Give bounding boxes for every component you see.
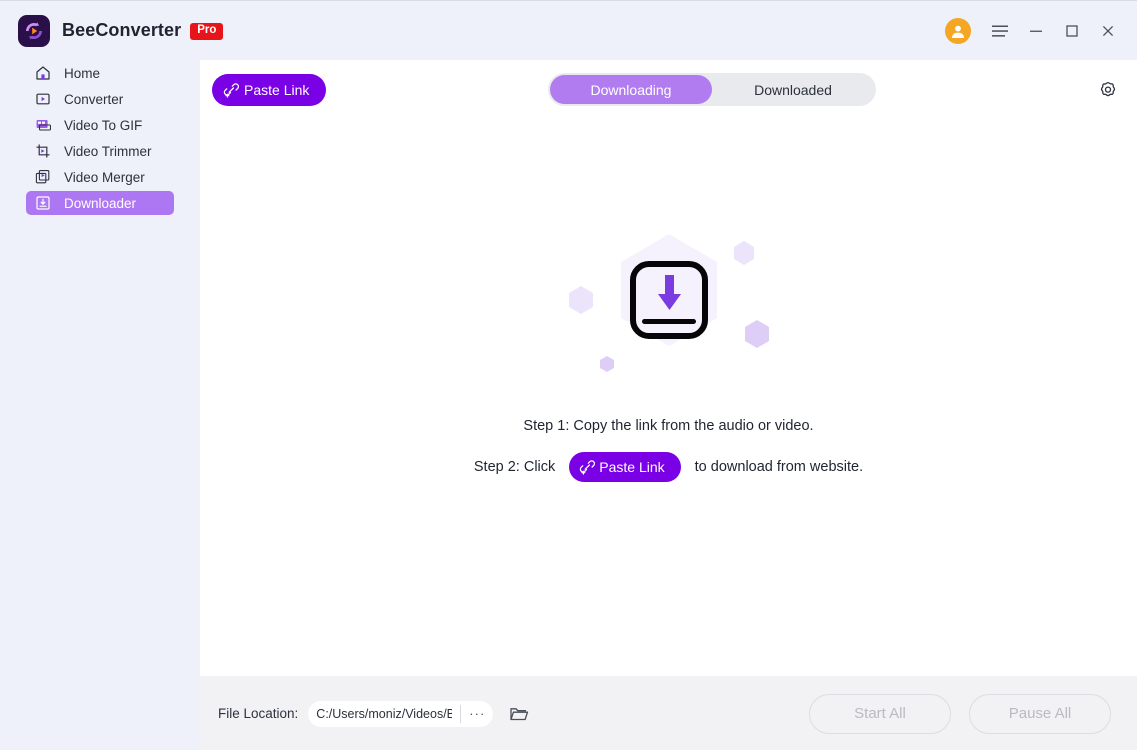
video-trimmer-icon [34,142,52,160]
pause-all-button[interactable]: Pause All [969,693,1111,734]
account-avatar-icon[interactable] [945,17,971,44]
sidebar-item-label: Video To GIF [64,117,143,133]
step-2-row: Step 2: Click Paste Link to download fro… [474,452,863,482]
inline-paste-link-button[interactable]: Paste Link [569,452,681,482]
download-tabs: Downloading Downloaded [548,73,876,106]
empty-state: Step 1: Copy the link from the audio or … [200,118,1137,676]
home-icon [34,64,52,82]
inline-paste-link-label: Paste Link [599,459,665,475]
main-panel: Paste Link Downloading Downloaded Step 1… [200,60,1137,676]
sidebar-item-label: Video Trimmer [64,143,152,159]
link-plus-icon [579,459,596,476]
app-branding: BeeConverter Pro [18,14,224,47]
tab-downloaded[interactable]: Downloaded [712,75,874,104]
video-merger-icon [34,168,52,186]
step-1-text: Step 1: Copy the link from the audio or … [523,418,814,434]
sidebar-item-home[interactable]: Home [26,61,174,85]
open-folder-icon[interactable] [507,702,531,726]
browse-dots-button[interactable]: ··· [461,701,493,727]
bulk-action-buttons: Start All Pause All [809,693,1111,734]
beeconverter-logo-icon [18,14,50,47]
sidebar-item-video-to-gif[interactable]: Video To GIF [26,113,174,137]
sidebar: Home Converter Video To GIF Video Trimme… [0,60,200,750]
sidebar-item-label: Downloader [64,195,137,211]
application-window: BeeConverter Pro Home Converter Video To… [0,0,1137,750]
maximize-icon[interactable] [1057,16,1087,46]
sidebar-item-video-merger[interactable]: Video Merger [26,165,174,189]
sidebar-item-converter[interactable]: Converter [26,87,174,111]
bottom-bar: File Location: ··· Start All Pause All [200,676,1137,750]
hamburger-menu-icon[interactable] [985,16,1015,46]
sidebar-item-downloader[interactable]: Downloader [26,191,174,215]
window-controls [945,1,1137,60]
file-location-input[interactable] [308,700,461,727]
downloader-toolbar: Paste Link Downloading Downloaded [200,60,1137,118]
sidebar-item-video-trimmer[interactable]: Video Trimmer [26,139,174,163]
start-all-button[interactable]: Start All [809,693,951,734]
app-title: BeeConverter [62,20,182,40]
step-2-suffix: to download from website. [694,459,864,475]
file-location-field-group: ··· [308,700,494,727]
sidebar-item-label: Home [64,65,101,81]
paste-link-button-label: Paste Link [244,82,310,98]
minimize-icon[interactable] [1021,16,1051,46]
file-location-label: File Location: [218,706,299,721]
tab-downloading[interactable]: Downloading [550,75,712,104]
step-2-prefix: Step 2: Click [473,459,556,475]
downloader-icon [34,194,52,212]
sidebar-item-label: Video Merger [64,169,145,185]
sidebar-item-label: Converter [64,91,124,107]
title-bar: BeeConverter Pro [0,1,1137,60]
converter-icon [34,90,52,108]
close-icon[interactable] [1093,16,1123,46]
gear-icon[interactable] [1095,78,1121,104]
video-to-gif-icon [34,116,52,134]
paste-link-button[interactable]: Paste Link [212,74,327,106]
link-plus-icon [223,82,240,99]
pro-badge: Pro [190,23,224,40]
download-box-illustration [559,228,779,378]
